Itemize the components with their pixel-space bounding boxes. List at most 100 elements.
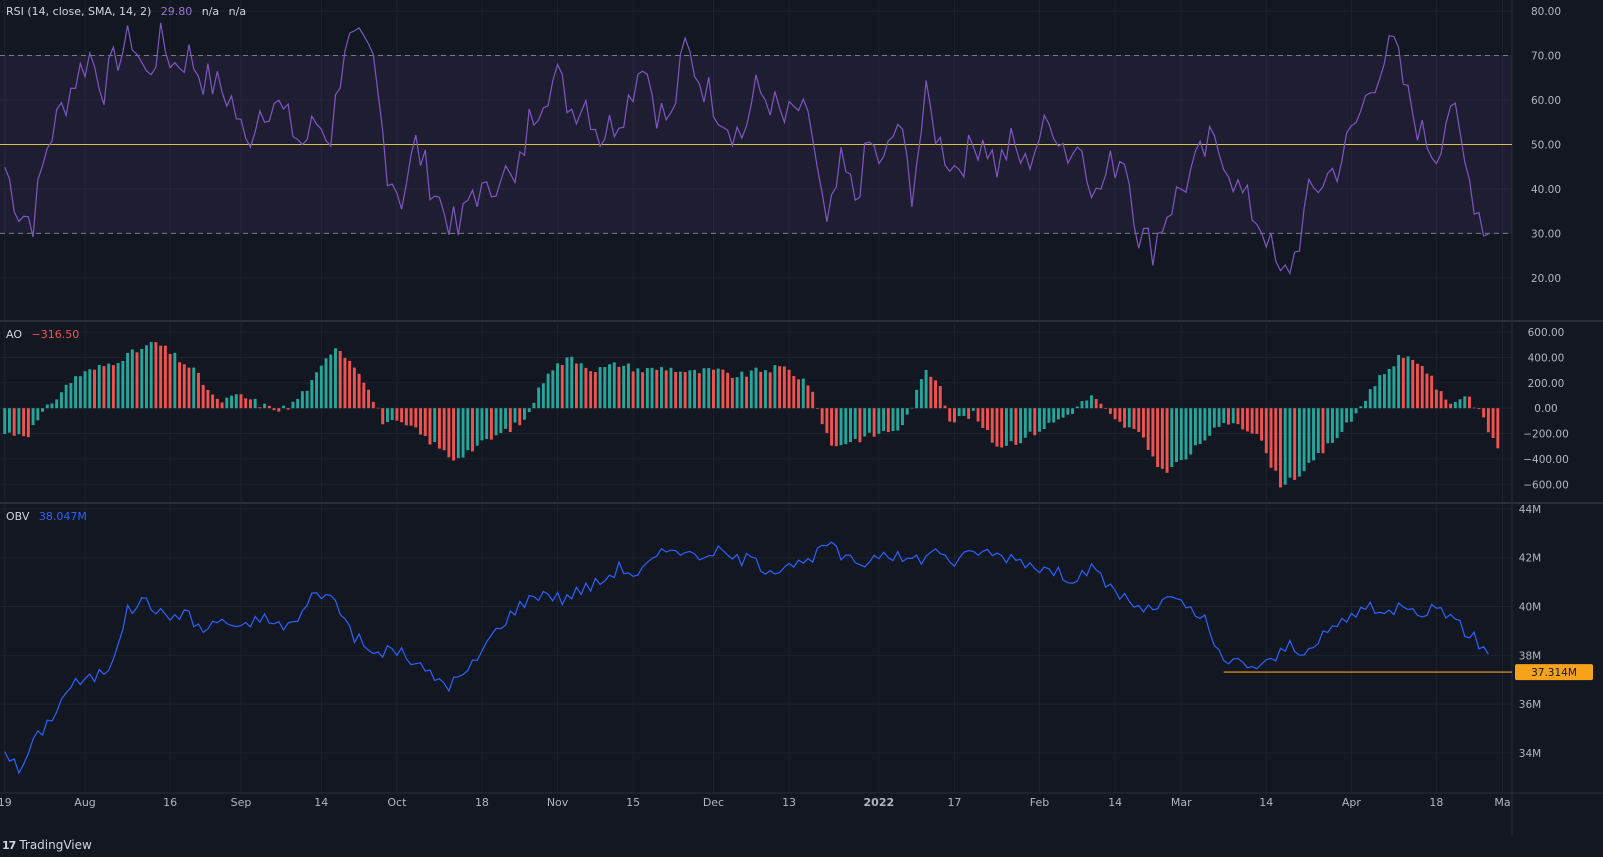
ao-bar: [929, 376, 933, 409]
ao-bar: [362, 382, 366, 409]
ao-bar: [315, 372, 319, 409]
ao-bar: [239, 394, 243, 409]
ao-bar: [1359, 406, 1363, 409]
ao-bar: [1392, 366, 1396, 409]
ao-bar: [343, 357, 347, 409]
ao-bar: [787, 369, 791, 409]
ao-bar: [31, 408, 35, 426]
ao-bar: [797, 379, 800, 409]
ao-bar: [352, 367, 356, 409]
rsi-legend[interactable]: RSI (14, close, SMA, 14, 2) 29.80 n/a n/…: [6, 5, 246, 18]
rsi-legend-na-2: n/a: [228, 5, 247, 18]
ao-bar: [707, 368, 711, 409]
ao-bar: [971, 408, 975, 411]
ao-bar: [215, 398, 219, 409]
ao-bar: [1179, 408, 1183, 460]
ao-bar: [1378, 375, 1382, 409]
ao-bar: [1151, 408, 1155, 457]
ao-bar: [187, 367, 191, 409]
ao-bar: [882, 408, 886, 431]
ao-bar: [371, 401, 375, 409]
ao-bar: [442, 408, 446, 451]
obv-legend-value: 38.047M: [38, 510, 87, 523]
ao-axis-label: 0.00: [1534, 403, 1557, 415]
ao-bar: [1269, 408, 1273, 468]
ao-bar: [168, 353, 172, 409]
ao-bar: [1373, 386, 1377, 409]
time-axis-label: Feb: [1030, 796, 1049, 809]
ao-bar: [267, 405, 271, 409]
ao-bar: [674, 371, 678, 409]
ao-bar: [1075, 406, 1079, 409]
ao-bar: [466, 408, 470, 451]
ao-bar: [338, 350, 342, 409]
ao-bar: [745, 376, 749, 409]
obv-axis-label: 42M: [1519, 553, 1541, 565]
time-axis-label: 14: [314, 796, 328, 809]
rsi-legend-value: 29.80: [160, 5, 193, 18]
ao-bar: [1453, 401, 1457, 409]
time-axis-label: 2022: [864, 796, 895, 809]
ao-bar: [272, 408, 276, 411]
ao-bar: [551, 370, 555, 409]
ao-bar: [844, 408, 848, 445]
ao-bar: [78, 376, 82, 409]
ao-bar: [419, 408, 422, 435]
ao-bar: [612, 362, 616, 409]
obv-level-label: 37.314M: [1531, 667, 1577, 679]
ao-bar: [1288, 408, 1292, 478]
ao-bar: [1009, 408, 1013, 442]
obv-legend[interactable]: OBV 38.047M: [6, 510, 87, 523]
ao-bar: [12, 408, 16, 436]
ao-bar: [475, 408, 479, 446]
ao-bar: [1496, 408, 1500, 449]
ao-bar: [59, 392, 63, 409]
ao-bar: [282, 405, 285, 409]
obv-axis-label: 38M: [1519, 650, 1541, 662]
ao-bar: [277, 408, 281, 412]
ao-legend-title: AO: [6, 328, 22, 341]
ao-bar: [423, 408, 427, 436]
tradingview-brand[interactable]: 17 TradingView: [2, 838, 92, 852]
ao-bar: [660, 367, 663, 409]
rsi-axis-label: 60.00: [1531, 95, 1561, 107]
ao-bar: [305, 390, 309, 409]
obv-axis-label: 40M: [1519, 602, 1541, 614]
ao-bar: [26, 408, 30, 438]
ao-bar: [1033, 408, 1037, 436]
ao-bar: [986, 408, 989, 430]
ao-bar: [655, 369, 659, 409]
ao-bar: [1439, 391, 1443, 409]
time-axis-label: Nov: [547, 796, 569, 809]
ao-bar: [1217, 408, 1221, 427]
ao-bar: [815, 408, 819, 409]
rsi-axis-label: 30.00: [1531, 228, 1561, 240]
ao-bar: [688, 370, 692, 409]
ao-bar: [508, 408, 512, 433]
ao-bar: [527, 408, 531, 413]
ao-bar: [995, 408, 999, 447]
ao-bar: [1364, 400, 1367, 409]
ao-bar: [234, 394, 238, 409]
ao-bar: [801, 378, 805, 409]
ao-bar: [834, 408, 838, 447]
ao-bar: [414, 408, 418, 428]
time-axis-label: Apr: [1342, 796, 1362, 809]
ao-bar: [631, 371, 635, 409]
ao-bar: [811, 391, 815, 409]
ao-bar: [1004, 408, 1008, 446]
ao-bar: [1047, 408, 1051, 423]
ao-legend[interactable]: AO −316.50: [6, 328, 79, 341]
ao-bar: [896, 408, 900, 431]
ao-axis-label: 400.00: [1528, 352, 1565, 364]
ao-bar: [367, 389, 371, 409]
ao-bar: [806, 385, 810, 409]
ao-bar: [683, 372, 687, 409]
ao-bar: [593, 372, 597, 409]
ao-bar: [1312, 408, 1316, 461]
ao-bar: [839, 408, 843, 446]
time-axis-label: 14: [1108, 796, 1122, 809]
ao-bar: [471, 408, 474, 452]
ao-bar: [924, 370, 928, 409]
ao-bar: [1316, 408, 1320, 453]
